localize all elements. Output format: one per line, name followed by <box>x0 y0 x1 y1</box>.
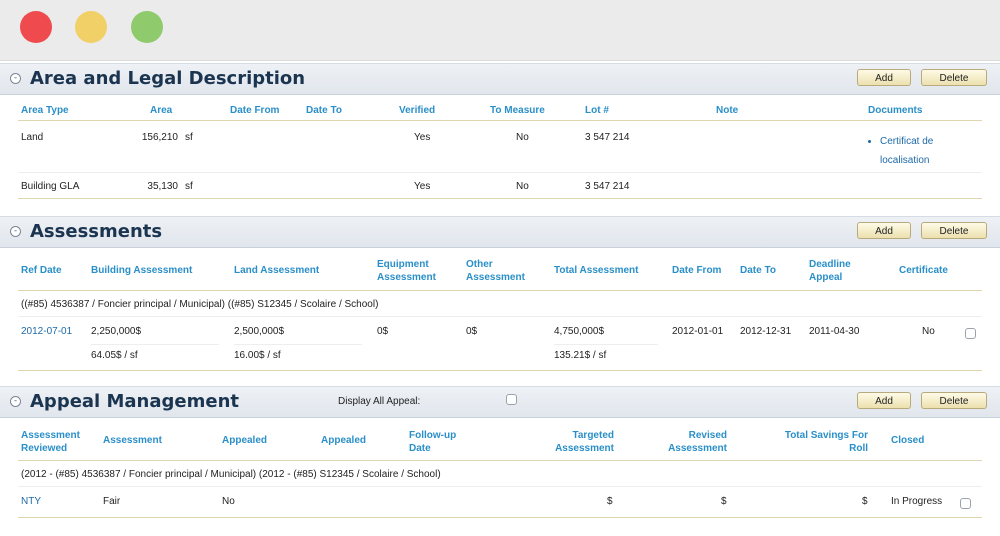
col-assessment[interactable]: Assessment <box>103 435 162 446</box>
building-per-sf-cell: 64.05$ / sf <box>91 350 138 361</box>
area-type-cell: Land <box>21 132 44 143</box>
maximize-window-button[interactable] <box>131 11 163 43</box>
targeted-cell: $ <box>607 496 613 507</box>
assessment-group-label: ((#85) 4536387 / Foncier principal / Mun… <box>21 299 379 310</box>
col-lot[interactable]: Lot # <box>585 105 609 116</box>
deadline-cell: 2011-04-30 <box>809 326 860 337</box>
col-ref-date[interactable]: Ref Date <box>21 265 62 276</box>
header-divider <box>18 460 982 461</box>
display-all-appeal-checkbox[interactable] <box>506 394 517 405</box>
assessments-delete-button[interactable]: Delete <box>921 222 987 239</box>
col-follow-up-date[interactable]: Follow-up Date <box>409 429 479 455</box>
assessments-add-button[interactable]: Add <box>857 222 911 239</box>
col-closed[interactable]: Closed <box>891 435 924 446</box>
col-date-from[interactable]: Date From <box>672 265 721 276</box>
verified-cell: Yes <box>414 181 431 192</box>
col-verified[interactable]: Verified <box>399 105 435 116</box>
col-date-from[interactable]: Date From <box>230 105 279 116</box>
assessments-section-title: Assessments <box>30 221 163 242</box>
assessment-reviewed-link[interactable]: NTY <box>21 496 41 507</box>
display-all-appeal-label: Display All Appeal: <box>338 396 421 407</box>
total-per-sf-cell: 135.21$ / sf <box>554 350 607 361</box>
area-value-cell: 156,210 <box>141 132 178 143</box>
col-to-measure[interactable]: To Measure <box>490 105 545 116</box>
row-divider <box>18 517 982 518</box>
col-area-type[interactable]: Area Type <box>21 105 69 116</box>
collapse-icon[interactable]: - <box>10 396 21 407</box>
appealed-cell: No <box>222 496 235 507</box>
window-titlebar <box>0 0 1000 61</box>
closed-cell: In Progress <box>891 496 943 507</box>
appeal-group-label: (2012 - (#85) 4536387 / Foncier principa… <box>21 469 441 480</box>
appeal-row-checkbox[interactable] <box>960 498 971 509</box>
other-assessment-cell: 0$ <box>466 326 478 337</box>
col-targeted-assessment[interactable]: Targeted Assessment <box>530 429 614 455</box>
col-note[interactable]: Note <box>716 105 738 116</box>
date-to-cell: 2012-12-31 <box>740 326 792 337</box>
col-deadline-appeal[interactable]: Deadline Appeal <box>809 258 873 284</box>
document-link-certificat[interactable]: Certificat de localisation <box>880 132 976 170</box>
date-from-cell: 2012-01-01 <box>672 326 724 337</box>
col-certificate[interactable]: Certificate <box>899 265 948 276</box>
lot-cell: 3 547 214 <box>585 181 630 192</box>
assessments-section-header: - Assessments Add Delete <box>0 216 1000 248</box>
area-type-cell: Building GLA <box>21 181 80 192</box>
col-date-to[interactable]: Date To <box>306 105 342 116</box>
col-equipment-assessment[interactable]: Equipment Assessment <box>377 258 449 284</box>
certificate-cell: No <box>922 326 935 337</box>
area-delete-button[interactable]: Delete <box>921 69 987 86</box>
ref-date-link[interactable]: 2012-07-01 <box>21 326 72 337</box>
col-revised-assessment[interactable]: Revised Assessment <box>645 429 727 455</box>
row-divider <box>18 370 982 371</box>
col-total-assessment[interactable]: Total Assessment <box>554 265 638 276</box>
to-measure-cell: No <box>516 181 529 192</box>
total-assessment-cell: 4,750,000$ <box>554 326 605 337</box>
col-building-assessment[interactable]: Building Assessment <box>91 265 192 276</box>
collapse-icon[interactable]: - <box>10 226 21 237</box>
assessment-row-checkbox[interactable] <box>965 328 976 339</box>
header-divider <box>18 290 982 291</box>
total-savings-cell: $ <box>862 496 868 507</box>
appeal-delete-button[interactable]: Delete <box>921 392 987 409</box>
area-value-cell: 35,130 <box>147 181 178 192</box>
header-divider <box>18 120 982 121</box>
col-date-to[interactable]: Date To <box>740 265 776 276</box>
appeal-section-header: - Appeal Management Display All Appeal: … <box>0 386 1000 418</box>
row-divider <box>18 172 982 173</box>
col-appealed-2[interactable]: Appealed <box>321 435 366 446</box>
land-per-sf-cell: 16.00$ / sf <box>234 350 281 361</box>
land-assessment-cell: 2,500,000$ <box>234 326 285 337</box>
area-add-button[interactable]: Add <box>857 69 911 86</box>
to-measure-cell: No <box>516 132 529 143</box>
area-section-header: - Area and Legal Description Add Delete <box>0 63 1000 95</box>
verified-cell: Yes <box>414 132 431 143</box>
col-total-savings[interactable]: Total Savings For Roll <box>772 429 868 455</box>
area-section-title: Area and Legal Description <box>30 68 306 89</box>
row-divider <box>18 316 982 317</box>
minimize-window-button[interactable] <box>75 11 107 43</box>
sub-divider <box>91 344 219 345</box>
revised-cell: $ <box>721 496 727 507</box>
area-unit-cell: sf <box>185 132 193 143</box>
row-divider <box>18 486 982 487</box>
collapse-icon[interactable]: - <box>10 73 21 84</box>
area-unit-cell: sf <box>185 181 193 192</box>
appeal-add-button[interactable]: Add <box>857 392 911 409</box>
building-assessment-cell: 2,250,000$ <box>91 326 142 337</box>
col-assessment-reviewed[interactable]: Assessment Reviewed <box>21 429 95 455</box>
lot-cell: 3 547 214 <box>585 132 630 143</box>
col-area[interactable]: Area <box>150 105 172 116</box>
col-appealed[interactable]: Appealed <box>222 435 267 446</box>
sub-divider <box>234 344 362 345</box>
col-documents[interactable]: Documents <box>868 105 922 116</box>
sub-divider <box>554 344 658 345</box>
assessment-cell: Fair <box>103 496 121 507</box>
row-divider <box>18 198 982 199</box>
documents-cell: Certificat de localisation <box>866 132 976 170</box>
equipment-assessment-cell: 0$ <box>377 326 389 337</box>
appeal-section-title: Appeal Management <box>30 391 239 412</box>
close-window-button[interactable] <box>20 11 52 43</box>
col-other-assessment[interactable]: Other Assessment <box>466 258 538 284</box>
col-land-assessment[interactable]: Land Assessment <box>234 265 319 276</box>
